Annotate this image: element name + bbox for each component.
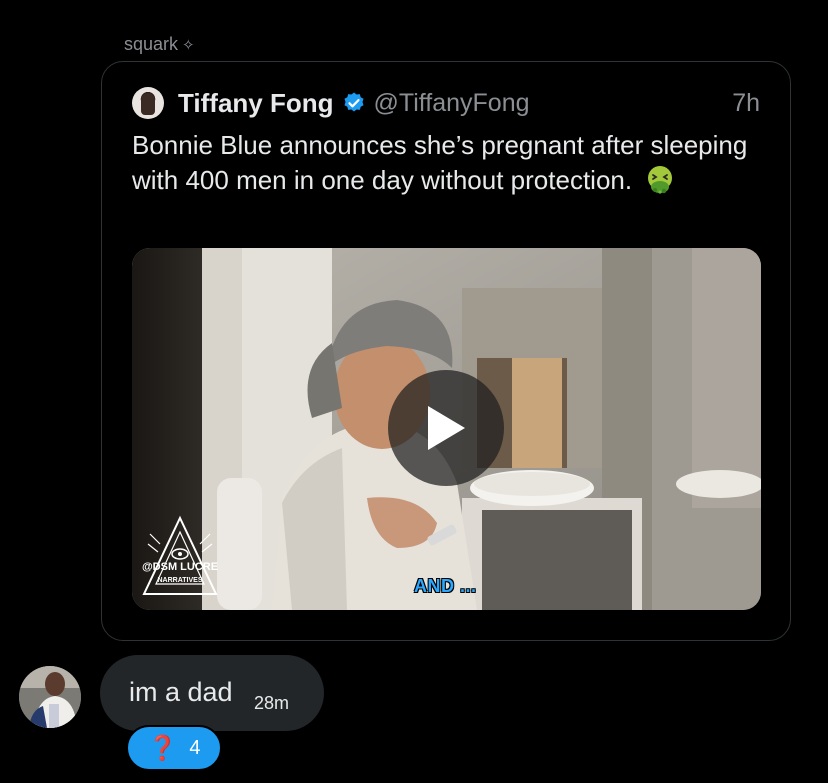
sender-label: squark ✧	[124, 34, 195, 55]
watermark-line2: NARRATIVES	[158, 577, 203, 584]
nauseated-face-emoji-icon	[648, 166, 673, 194]
sender-name: squark	[124, 34, 179, 54]
play-button[interactable]	[388, 370, 504, 486]
watermark-logo: @DSM LUCRE NARRATIVES	[142, 515, 218, 595]
message-time: 28m	[254, 693, 290, 713]
play-icon	[428, 406, 465, 450]
tweet-timestamp: 7h	[732, 88, 760, 117]
sparkle-icon: ✧	[182, 36, 195, 54]
message-bubble[interactable]: im a dad 28m	[100, 655, 324, 731]
author-handle[interactable]: @TiffanyFong	[374, 89, 530, 118]
author-avatar[interactable]	[132, 87, 164, 119]
reply-avatar-image	[19, 666, 81, 728]
verified-badge-icon	[344, 92, 364, 112]
quoted-tweet-card[interactable]: Tiffany Fong @TiffanyFong 7h Bonnie Blue…	[101, 61, 791, 641]
tweet-header: Tiffany Fong @TiffanyFong 7h	[132, 86, 760, 120]
reaction-count: 4	[189, 736, 201, 759]
author-display-name[interactable]: Tiffany Fong	[178, 88, 334, 119]
video-caption: AND ...	[414, 576, 477, 596]
question-mark-icon: ❓	[147, 734, 178, 762]
tweet-text: Bonnie Blue announces she’s pregnant aft…	[132, 128, 752, 198]
reply-avatar[interactable]	[19, 666, 81, 728]
watermark-line1: @DSM LUCRE	[142, 561, 218, 573]
video-media[interactable]: @DSM LUCRE NARRATIVES AND ...	[132, 248, 761, 610]
message-text: im a dad	[129, 677, 233, 707]
reaction-pill[interactable]: ❓ 4	[126, 725, 222, 771]
